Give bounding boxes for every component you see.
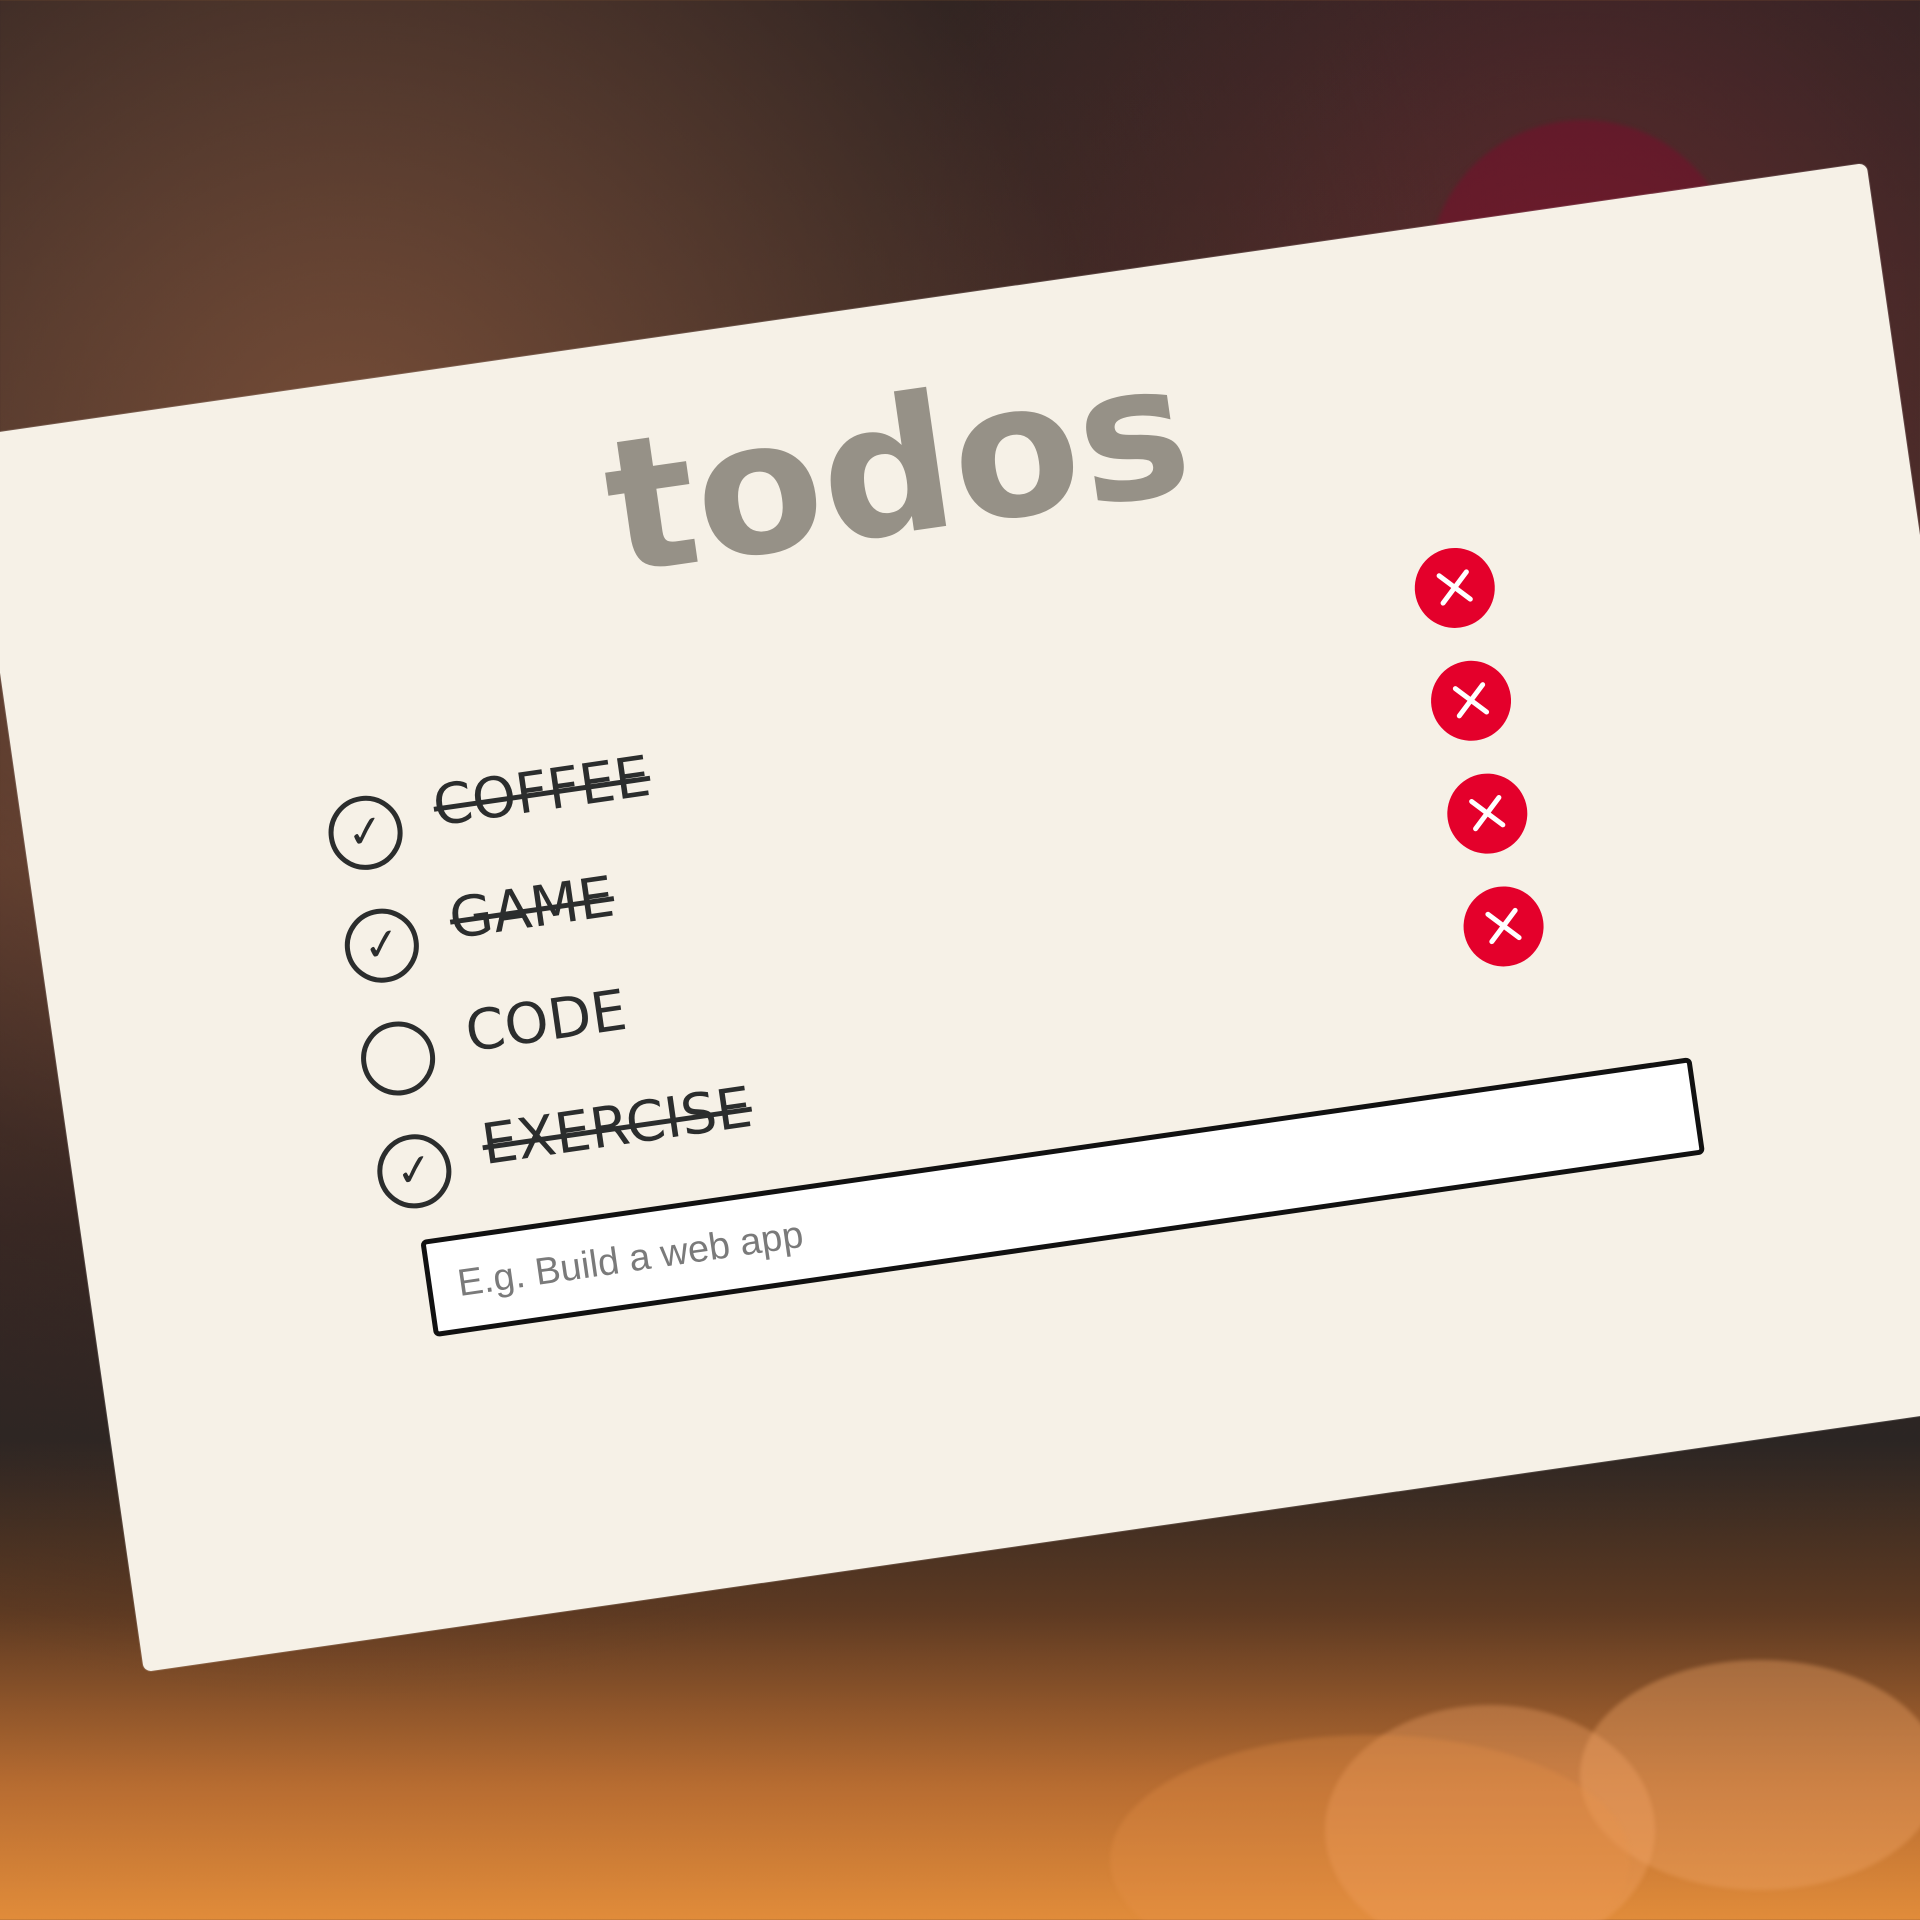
checkmark-icon: ✓ bbox=[359, 917, 404, 974]
todo-checkbox-code[interactable] bbox=[356, 1016, 440, 1101]
delete-button-exercise[interactable] bbox=[1458, 881, 1549, 972]
todo-checkbox-exercise[interactable]: ✓ bbox=[372, 1129, 457, 1214]
todo-checkbox-game[interactable]: ✓ bbox=[339, 903, 424, 988]
page-title: todos bbox=[592, 319, 1203, 617]
todo-label-exercise: EXERCISE bbox=[477, 1074, 757, 1179]
background-bokeh-orange-light bbox=[1325, 1705, 1655, 1920]
delete-button-coffee[interactable] bbox=[1409, 542, 1501, 634]
delete-button-code[interactable] bbox=[1442, 768, 1533, 859]
todo-label-coffee: COFFEE bbox=[429, 744, 655, 840]
todo-checkbox-coffee[interactable]: ✓ bbox=[323, 790, 408, 875]
todo-label-code: CODE bbox=[461, 977, 631, 1066]
todo-label-game: GAME bbox=[445, 864, 619, 953]
delete-button-game[interactable] bbox=[1425, 655, 1517, 747]
background-bokeh-orange-light bbox=[1580, 1660, 1920, 1890]
todo-card: todos ✓ COFFEE ✓ GAME CODE ✓ EXERCISE bbox=[0, 162, 1920, 1672]
checkmark-icon: ✓ bbox=[392, 1142, 437, 1199]
checkmark-icon: ✓ bbox=[343, 804, 388, 861]
background-bokeh-orange-light bbox=[1110, 1735, 1630, 1920]
